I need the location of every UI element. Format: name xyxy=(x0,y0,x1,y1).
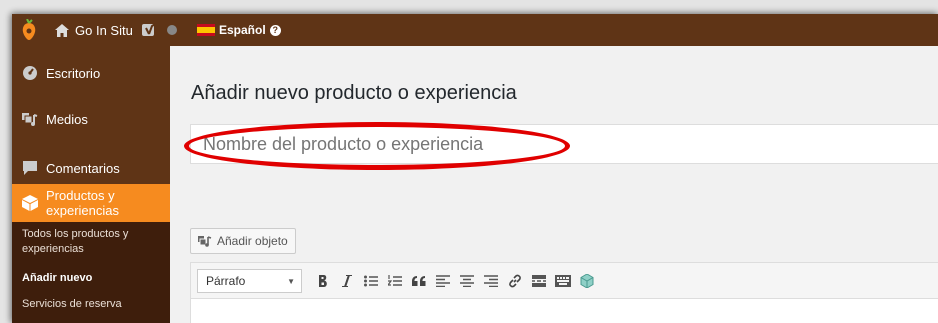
submenu-label: Añadir nuevo xyxy=(22,272,93,284)
sidebar-item-medios[interactable]: Medios xyxy=(12,106,170,132)
main-content: Añadir nuevo producto o experiencia Añad… xyxy=(170,46,938,323)
sidebar-item-label: Productos y xyxy=(46,188,115,203)
home-icon xyxy=(55,23,69,37)
bullet-list-button[interactable] xyxy=(359,269,383,293)
language-label: Español xyxy=(219,23,266,37)
align-center-icon xyxy=(460,275,474,287)
submenu-item-all-products[interactable]: Todos los productos y experiencias xyxy=(22,227,128,257)
product-title-input[interactable] xyxy=(190,124,938,164)
admin-bar: Go In Situ Español ? xyxy=(12,14,938,46)
dashboard-icon xyxy=(22,65,38,81)
spain-flag-icon xyxy=(197,24,215,36)
blockquote-button[interactable] xyxy=(407,269,431,293)
comments-icon xyxy=(22,160,38,176)
sidebar-item-comentarios[interactable]: Comentarios xyxy=(12,155,170,181)
add-media-label: Añadir objeto xyxy=(217,234,288,248)
sidebar-item-escritorio[interactable]: Escritorio xyxy=(12,60,170,86)
submenu-label: experiencias xyxy=(22,243,84,255)
seo-status-icon[interactable] xyxy=(167,14,177,46)
numbered-list-icon xyxy=(388,275,402,286)
italic-icon xyxy=(342,275,352,287)
content-editor-area[interactable] xyxy=(190,298,938,323)
bullet-list-icon xyxy=(364,275,378,287)
chevron-down-icon: ▼ xyxy=(287,276,295,286)
sidebar-item-label: Comentarios xyxy=(46,160,120,176)
admin-sidebar: Escritorio Medios Comentarios Productos … xyxy=(12,46,170,323)
submenu-label: Todos los productos y xyxy=(22,228,129,240)
bold-button[interactable] xyxy=(311,269,335,293)
format-select-value: Párrafo xyxy=(206,274,246,288)
sidebar-item-label: experiencias xyxy=(46,203,119,218)
paragraph-format-select[interactable]: Párrafo ▼ xyxy=(197,269,302,293)
link-icon xyxy=(509,274,521,288)
yoast-seo-icon[interactable] xyxy=(142,14,158,46)
sidebar-item-label-wrap: Productos y experiencias xyxy=(46,188,119,218)
sidebar-submenu: Todos los productos y experiencias Añadi… xyxy=(12,222,170,323)
add-media-button[interactable]: Añadir objeto xyxy=(190,228,296,254)
site-name: Go In Situ xyxy=(75,22,133,38)
sidebar-item-productos[interactable]: Productos y experiencias xyxy=(12,184,170,222)
italic-button[interactable] xyxy=(335,269,359,293)
align-right-button[interactable] xyxy=(479,269,503,293)
submenu-item-add-new[interactable]: Añadir nuevo xyxy=(22,271,92,286)
blockquote-icon xyxy=(412,276,426,286)
numbered-list-button[interactable] xyxy=(383,269,407,293)
page-title: Añadir nuevo producto o experiencia xyxy=(191,82,517,104)
product-box-icon xyxy=(22,195,38,211)
align-center-button[interactable] xyxy=(455,269,479,293)
read-more-icon xyxy=(532,275,546,287)
site-home-link[interactable]: Go In Situ xyxy=(55,14,133,46)
app-window: Go In Situ Español ? Escritorio Medios C… xyxy=(12,14,938,323)
submenu-item-booking-services[interactable]: Servicios de reserva xyxy=(22,297,122,312)
align-left-button[interactable] xyxy=(431,269,455,293)
align-right-icon xyxy=(484,275,498,287)
align-left-icon xyxy=(436,275,450,287)
keyboard-icon xyxy=(555,275,571,287)
sidebar-item-label: Escritorio xyxy=(46,65,101,81)
bold-icon xyxy=(319,275,327,287)
media-icon xyxy=(22,111,38,127)
media-icon xyxy=(198,236,212,247)
site-logo-icon[interactable] xyxy=(18,14,40,46)
editor-toolbar: Párrafo ▼ xyxy=(190,262,938,298)
insert-link-button[interactable] xyxy=(503,269,527,293)
sidebar-item-label: Medios xyxy=(46,111,88,127)
toolbar-toggle-button[interactable] xyxy=(551,269,575,293)
help-icon[interactable]: ? xyxy=(269,24,281,36)
cube-plugin-icon xyxy=(580,274,594,288)
read-more-button[interactable] xyxy=(527,269,551,293)
language-switcher[interactable]: Español ? xyxy=(197,14,281,46)
submenu-label: Servicios de reserva xyxy=(22,298,122,310)
plugin-button[interactable] xyxy=(575,269,599,293)
